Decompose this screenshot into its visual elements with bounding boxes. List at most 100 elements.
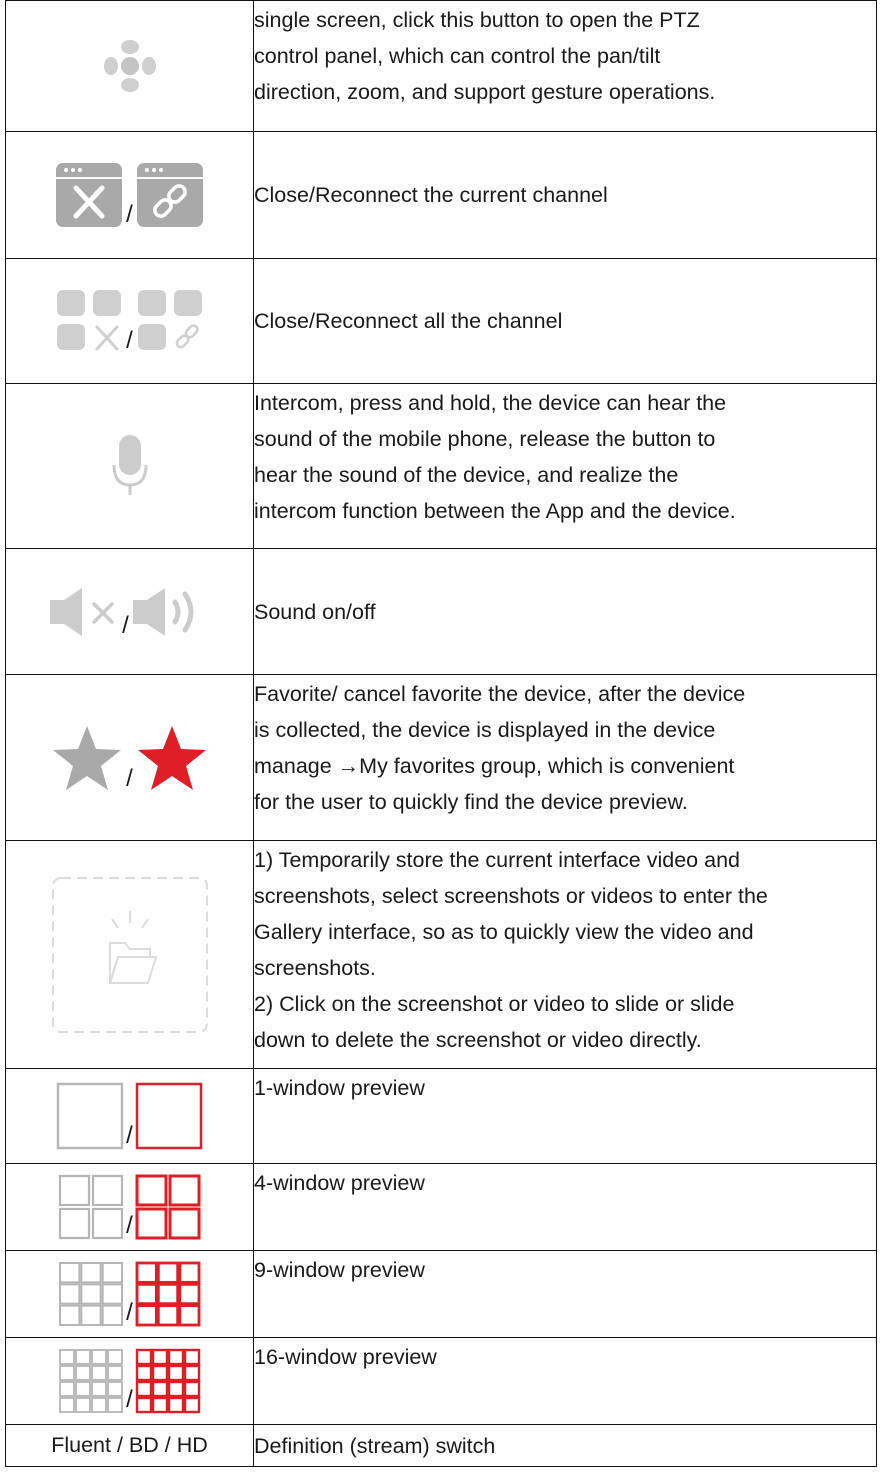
grid-cell (75, 1365, 92, 1381)
gallery-folder-icon (51, 876, 208, 1033)
close-channel-icon (56, 163, 123, 227)
reconnect-all-channels-icon (137, 290, 202, 350)
table-row: / Close/Reconnect all the channel (5, 258, 877, 384)
grid-cell (167, 1380, 185, 1398)
close-all-channels-icon (57, 290, 122, 351)
icon-cell: / (5, 548, 254, 675)
grid-cell (183, 1380, 201, 1398)
grid-cell (135, 1282, 158, 1306)
9-window-active-icon (135, 1261, 201, 1327)
description-line: 1-window preview (254, 1076, 425, 1100)
grid-cell (80, 1283, 102, 1305)
table-row: / 9-window preview (5, 1250, 877, 1338)
description-line: control panel, which can control the pan… (254, 44, 661, 68)
grid-cell (91, 1397, 108, 1413)
grid-cell (135, 1396, 153, 1414)
favorite-gray-star-icon (53, 725, 122, 790)
table-row: / 16-window preview (5, 1337, 877, 1425)
grid-cell (151, 1348, 169, 1366)
table-row: / Favorite/ cancel favorite the device, … (5, 674, 877, 841)
grid-cell (167, 1348, 185, 1366)
grid-cell (135, 1364, 153, 1382)
description-cell: Close/Reconnect the current channel (253, 131, 877, 259)
description-line: for the user to quickly find the device … (254, 790, 688, 814)
grid-cell (135, 1348, 153, 1366)
table-row: Fluent / BD / HD Definition (stream) swi… (5, 1424, 877, 1467)
grid-cell (75, 1349, 92, 1365)
grid-cell (59, 1381, 76, 1397)
grid-cell (135, 1174, 168, 1207)
sound-off-icon (50, 587, 114, 636)
grid-cell (156, 1261, 179, 1284)
grid-cell (135, 1380, 153, 1398)
grid-cell (75, 1397, 92, 1413)
description-line: screenshots, select screenshots or video… (254, 884, 768, 908)
description-cell: single screen, click this button to open… (253, 0, 877, 132)
description-cell: Close/Reconnect all the channel (253, 258, 877, 384)
description-line: is collected, the device is displayed in… (254, 718, 716, 742)
4-window-icon (59, 1174, 124, 1240)
description-line: Gallery interface, so as to quickly view… (254, 920, 754, 944)
description-line: Sound on/off (254, 599, 376, 624)
grid-cell (156, 1282, 179, 1306)
grid-cell (91, 1365, 108, 1381)
grid-cell (167, 1364, 185, 1382)
description-cell: Intercom, press and hold, the device can… (253, 383, 877, 549)
description-line: down to delete the screenshot or video d… (254, 1028, 702, 1052)
grid-cell (151, 1396, 169, 1414)
grid-cell (183, 1348, 201, 1366)
table-row: single screen, click this button to open… (5, 0, 877, 132)
description-line: Close/Reconnect all the channel (254, 309, 563, 333)
separator-slash: / (126, 1122, 133, 1149)
grid-cell (151, 1364, 169, 1382)
description-line: screenshots. (254, 956, 376, 980)
description-cell: 1) Temporarily store the current interfa… (253, 840, 877, 1069)
icon-cell: / (5, 1250, 254, 1338)
grid-cell (135, 1304, 158, 1327)
description-cell: 9-window preview (253, 1250, 877, 1338)
grid-cell (59, 1207, 91, 1240)
16-window-active-icon (135, 1348, 201, 1414)
grid-cell (91, 1349, 108, 1365)
grid-cell (59, 1262, 81, 1284)
grid-cell (59, 1283, 81, 1305)
description-cell: Sound on/off (253, 548, 877, 675)
grid-cell (101, 1262, 124, 1284)
description-line: 2) Click on the screenshot or video to s… (254, 992, 735, 1016)
grid-cell (135, 1207, 168, 1240)
description-line: 4-window preview (254, 1171, 425, 1195)
separator-slash: / (126, 327, 133, 354)
grid-cell (156, 1304, 179, 1327)
grid-cell (107, 1365, 124, 1381)
description-cell: Favorite/ cancel favorite the device, af… (253, 674, 877, 841)
grid-cell (59, 1397, 76, 1413)
feature-table: single screen, click this button to open… (5, 0, 877, 1467)
description-line: 1) Temporarily store the current interfa… (254, 848, 740, 872)
table-row: Intercom, press and hold, the device can… (5, 383, 877, 549)
description-line: hear the sound of the device, and realiz… (254, 463, 679, 487)
9-window-icon (59, 1262, 124, 1327)
grid-cell (167, 1396, 185, 1414)
grid-cell (178, 1304, 201, 1327)
16-window-icon (59, 1349, 124, 1413)
icon-cell: / (5, 674, 254, 841)
separator-slash: / (126, 764, 133, 792)
description-cell: 4-window preview (253, 1163, 877, 1251)
icon-cell (5, 383, 254, 549)
grid-cell (80, 1304, 102, 1327)
table-row: / 4-window preview (5, 1163, 877, 1251)
description-line: 16-window preview (254, 1345, 437, 1369)
description-line: single screen, click this button to open… (254, 8, 700, 32)
grid-cell (183, 1364, 201, 1382)
table-row: / 1-window preview (5, 1068, 877, 1164)
grid-cell (75, 1381, 92, 1397)
grid-cell (168, 1207, 201, 1240)
description-cell: Definition (stream) switch (253, 1424, 877, 1467)
grid-cell (59, 1365, 76, 1381)
grid-cell (92, 1174, 124, 1207)
icon-cell: / (5, 1068, 254, 1164)
microphone-icon (112, 435, 147, 495)
description-line: intercom function between the App and th… (254, 499, 736, 523)
grid-cell (107, 1397, 124, 1413)
description-line: Definition (stream) switch (254, 1433, 496, 1458)
